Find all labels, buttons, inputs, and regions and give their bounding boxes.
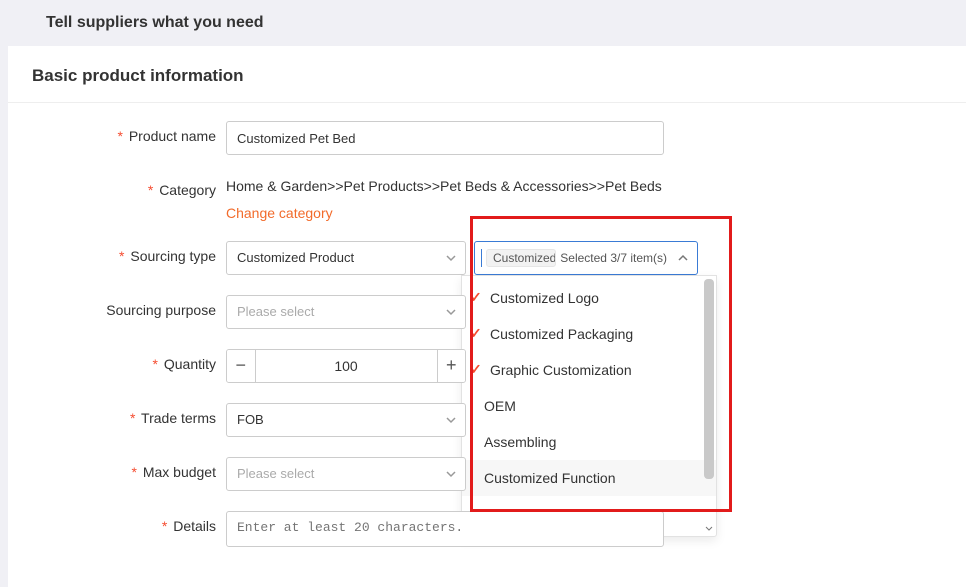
chevron-down-icon [445,306,457,318]
required-mark: * [117,128,122,144]
label-text: Sourcing purpose [106,302,216,318]
max-budget-select[interactable]: Please select [226,457,466,491]
select-value: FOB [237,412,264,427]
check-icon: ✓ [470,325,484,342]
label-trade-terms: * Trade terms [8,403,216,426]
dropdown-option-label: Assembling [470,434,556,450]
required-mark: * [130,410,135,426]
label-details: * Details [8,511,216,534]
check-icon: ✓ [470,289,484,306]
basic-info-card: Basic product information * Product name… [8,46,966,587]
dropdown-option-label: Customized Logo [490,290,599,306]
product-name-input[interactable] [226,121,664,155]
label-sourcing-purpose: Sourcing purpose [8,295,216,318]
form: * Product name * Category Home & Garden>… [8,103,966,547]
dropdown-option-label: Customized Function [470,470,616,486]
sourcing-purpose-select[interactable]: Please select [226,295,466,329]
dropdown-option-label: Graphic Customization [490,362,632,378]
required-mark: * [153,356,158,372]
label-product-name: * Product name [8,121,216,144]
label-text: Product name [129,128,216,144]
required-mark: * [148,182,153,198]
chevron-down-icon [445,414,457,426]
dropdown-option[interactable]: ✓ Customized Packaging [462,316,716,352]
label-max-budget: * Max budget [8,457,216,480]
dropdown-option[interactable]: ✓ Customized Logo [462,280,716,316]
details-textarea[interactable] [226,511,664,547]
required-mark: * [119,248,124,264]
dropdown-option[interactable]: Assembling [462,424,716,460]
label-text: Max budget [143,464,216,480]
label-text: Category [159,182,216,198]
scrollbar-down-icon[interactable] [704,524,714,534]
dropdown-option[interactable]: OEM [462,388,716,424]
required-mark: * [162,518,167,534]
row-sourcing-type: * Sourcing type Customized Product Custo… [8,241,926,275]
label-text: Sourcing type [130,248,216,264]
required-mark: * [131,464,136,480]
select-placeholder: Please select [237,304,314,319]
quantity-stepper: − + [226,349,466,383]
dropdown-option-label: OEM [470,398,516,414]
label-text: Quantity [164,356,216,372]
multiselect-tag[interactable]: Customized Lo [486,249,556,267]
label-text: Trade terms [141,410,216,426]
trade-terms-select[interactable]: FOB [226,403,466,437]
select-placeholder: Please select [237,466,314,481]
quantity-increment-button[interactable]: + [437,350,466,382]
label-text: Details [173,518,216,534]
dropdown-option-label: Customized Packaging [490,326,633,342]
select-value: Customized Product [237,250,354,265]
change-category-link[interactable]: Change category [226,205,333,221]
quantity-decrement-button[interactable]: − [227,350,256,382]
chevron-down-icon [445,252,457,264]
customization-multiselect[interactable]: Customized Lo Selected 3/7 item(s) ✓Cust… [474,241,698,275]
quantity-input[interactable] [256,350,437,382]
label-quantity: * Quantity [8,349,216,372]
page-title: Tell suppliers what you need [0,0,966,46]
sourcing-type-select[interactable]: Customized Product [226,241,466,275]
text-cursor [481,249,482,267]
row-product-name: * Product name [8,121,926,155]
chevron-up-icon [677,252,689,264]
chevron-down-icon [445,468,457,480]
row-category: * Category Home & Garden>>Pet Products>>… [8,175,926,221]
row-details: * Details [8,511,926,547]
label-sourcing-type: * Sourcing type [8,241,216,264]
category-breadcrumb: Home & Garden>>Pet Products>>Pet Beds & … [226,175,662,197]
section-title: Basic product information [8,46,966,103]
label-category: * Category [8,175,216,198]
check-icon: ✓ [470,361,484,378]
multiselect-summary: Selected 3/7 item(s) [560,251,667,265]
multiselect-dropdown: ✓ Customized Logo ✓ Customized Packaging ✓ Gr… [461,275,717,537]
dropdown-option[interactable]: ✓ Graphic Customization [462,352,716,388]
dropdown-option[interactable]: Customized Function [462,460,716,496]
scrollbar-thumb[interactable] [704,279,714,479]
